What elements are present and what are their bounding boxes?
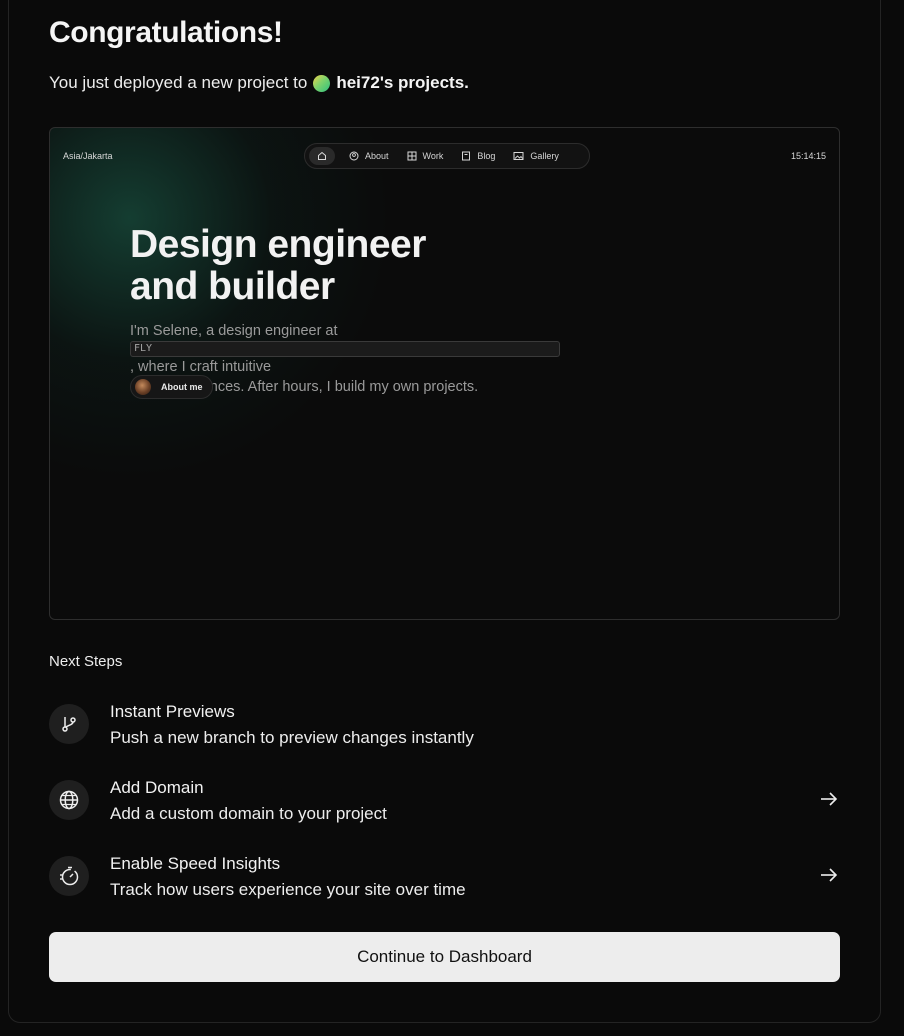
subtitle-text: You just deployed a new project to	[49, 73, 308, 92]
preview-nav-blog: Blog	[461, 151, 495, 161]
avatar	[135, 379, 151, 395]
page-title: Congratulations!	[49, 16, 283, 49]
step-instant-previews[interactable]: Instant Previews Push a new branch to pr…	[49, 702, 840, 747]
deployment-preview[interactable]: Asia/Jakarta About Work Blog Gallery 15:…	[49, 127, 840, 620]
preview-timezone: Asia/Jakarta	[63, 151, 113, 161]
book-icon	[462, 151, 471, 161]
step-description: Add a custom domain to your project	[110, 804, 387, 823]
arrow-right-icon[interactable]	[818, 864, 840, 886]
home-icon	[309, 147, 335, 165]
step-add-domain[interactable]: Add Domain Add a custom domain to your p…	[49, 778, 840, 823]
deploy-subtitle: You just deployed a new project to hei72…	[49, 73, 469, 93]
preview-nav-about: About	[349, 151, 389, 161]
step-description: Track how users experience your site ove…	[110, 880, 466, 899]
team-avatar	[313, 74, 331, 92]
company-tag: FLY	[130, 341, 560, 357]
arrow-right-icon[interactable]	[818, 788, 840, 810]
step-title: Instant Previews	[110, 702, 235, 721]
step-title: Enable Speed Insights	[110, 854, 281, 873]
next-steps-title: Next Steps	[49, 653, 123, 670]
preview-nav: About Work Blog Gallery	[304, 143, 590, 169]
team-name: hei72's projects.	[336, 73, 469, 92]
preview-clock: 15:14:15	[790, 151, 826, 161]
step-title: Add Domain	[110, 778, 204, 797]
globe-icon	[49, 780, 89, 820]
user-circle-icon	[349, 151, 359, 161]
git-branch-icon	[49, 704, 89, 744]
step-description: Push a new branch to preview changes ins…	[110, 728, 474, 747]
image-icon	[513, 152, 524, 160]
grid-icon	[407, 151, 417, 161]
preview-heading: Design engineer and builder	[130, 223, 426, 308]
preview-nav-gallery: Gallery	[513, 151, 559, 161]
speed-gauge-icon	[49, 856, 89, 896]
preview-about-me-button: About me	[130, 375, 213, 399]
continue-to-dashboard-button[interactable]: Continue to Dashboard	[49, 932, 840, 982]
preview-nav-work: Work	[407, 151, 443, 161]
step-enable-speed-insights[interactable]: Enable Speed Insights Track how users ex…	[49, 854, 840, 899]
